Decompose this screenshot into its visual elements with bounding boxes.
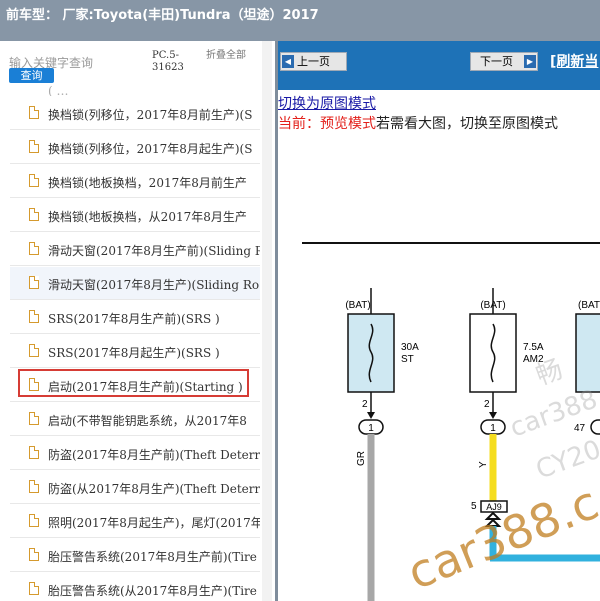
switch-original-mode-link[interactable]: 切换为原图模式 xyxy=(278,93,376,113)
document-icon xyxy=(29,276,39,289)
tree-item[interactable]: SRS(2017年8月生产前)(SRS ) xyxy=(10,301,260,334)
tree-item-label: 滑动天窗(2017年8月生产)(Sliding Ro xyxy=(48,278,260,292)
arrow-left-icon: ◀ xyxy=(282,55,294,68)
document-icon xyxy=(29,378,39,391)
tree-item-partial[interactable]: ( … xyxy=(10,84,260,96)
wire-gray-label: GR xyxy=(356,451,367,466)
diagram-viewer: ◀ 上一页 下一页 ▶ [刷新当 切换为原图模式 当前：预览模式若需看大图，切换… xyxy=(278,41,600,601)
fuse3-body xyxy=(575,313,600,393)
tree-item[interactable]: 防盗(从2017年8月生产)(Theft Deterre xyxy=(10,471,260,504)
tree-item-label: 启动(2017年8月生产前)(Starting ) xyxy=(48,380,243,394)
tree-item-label: 换档锁(列移位，2017年8月前生产)(S xyxy=(48,108,253,122)
tree-item[interactable]: 滑动天窗(2017年8月生产前)(Sliding R xyxy=(10,233,260,266)
tree-item[interactable]: 照明(2017年8月起生产)，尾灯(2017年 xyxy=(10,505,260,538)
fuse3-pin: 47 xyxy=(574,423,586,434)
document-icon xyxy=(29,140,39,153)
pc-code: PC.5-31623 xyxy=(152,50,184,73)
mode-status: 当前：预览模式若需看大图，切换至原图模式 xyxy=(278,116,558,132)
window-title: 前车型： 厂家:Toyota(丰田)Tundra（坦途）2017 xyxy=(0,0,600,41)
document-icon xyxy=(29,446,39,459)
document-icon xyxy=(29,412,39,425)
tree-item[interactable]: 滑动天窗(2017年8月生产)(Sliding Ro xyxy=(10,267,260,300)
tree-item[interactable]: 换档锁(列移位，2017年8月前生产)(S xyxy=(10,97,260,130)
tree-item-label: 防盗(2017年8月生产前)(Theft Deterre xyxy=(48,448,260,462)
viewer-toolbar: ◀ 上一页 下一页 ▶ [刷新当 xyxy=(278,41,600,90)
junction-pin: 5 xyxy=(471,501,477,512)
tree-item[interactable]: SRS(2017年8月起生产)(SRS ) xyxy=(10,335,260,368)
tree-item[interactable]: 胎压警告系统(从2017年8月生产)(Tire xyxy=(10,573,260,601)
fuse1-rating: 30A xyxy=(401,342,419,353)
fuse2-pin: 2 xyxy=(484,399,490,410)
tree-item[interactable]: 换档锁(地板换档，2017年8月前生产 xyxy=(10,165,260,198)
tree-item-label: 照明(2017年8月起生产)，尾灯(2017年 xyxy=(48,516,260,530)
tree-item-label: 胎压警告系统(从2017年8月生产)(Tire xyxy=(48,584,257,598)
wire-yellow-label: Y xyxy=(478,461,489,468)
search-area: 输入关键字查询 查询 PC.5-31623 折叠全部 xyxy=(0,41,275,88)
next-page-button[interactable]: 下一页 ▶ xyxy=(470,52,538,71)
tree-item-label: SRS(2017年8月起生产)(SRS ) xyxy=(48,346,220,360)
tree-scrollbar[interactable] xyxy=(262,41,272,601)
tree-item-label: SRS(2017年8月生产前)(SRS ) xyxy=(48,312,220,326)
document-icon xyxy=(29,242,39,255)
watermark-3: CY20 xyxy=(532,435,600,486)
tree-item-label: 胎压警告系统(2017年8月生产前)(Tire xyxy=(48,550,257,564)
tree-item[interactable]: 换档锁(地板换档，从2017年8月生产 xyxy=(10,199,260,232)
prev-page-button[interactable]: ◀ 上一页 xyxy=(280,52,347,71)
fuse2-conn-label: 1 xyxy=(490,423,496,434)
document-icon xyxy=(29,208,39,221)
document-icon xyxy=(29,514,39,527)
tree-item[interactable]: 胎压警告系统(2017年8月生产前)(Tire xyxy=(10,539,260,572)
fold-all-button[interactable]: 折叠全部 xyxy=(206,50,246,62)
fuse2-rating: 7.5A xyxy=(523,342,544,353)
tree-item-label: 换档锁(地板换档，2017年8月前生产 xyxy=(48,176,247,190)
tree-item-label: 启动(不带智能钥匙系统，从2017年8 xyxy=(48,414,247,428)
fuse1-arrow xyxy=(367,412,375,419)
fuse2-arrow xyxy=(489,412,497,419)
tree-item-label: 滑动天窗(2017年8月生产前)(Sliding R xyxy=(48,244,260,258)
tree-item-label: 换档锁(列移位，2017年8月起生产)(S xyxy=(48,142,253,156)
fuse1-pin: 2 xyxy=(362,399,368,410)
arrow-right-icon: ▶ xyxy=(524,55,536,68)
document-icon xyxy=(29,582,39,595)
wiring-diagram: (BAT) 30A ST 2 1 GR (BAT) 7.5A AM2 2 1 Y… xyxy=(302,242,600,601)
fuse1-source: (BAT) xyxy=(345,300,370,311)
document-icon xyxy=(29,344,39,357)
document-icon xyxy=(29,548,39,561)
tree-item-label: 防盗(从2017年8月生产)(Theft Deterre xyxy=(48,482,260,496)
fuse3-source: (BAT) xyxy=(578,300,600,311)
document-icon xyxy=(29,480,39,493)
catalog-panel: 输入关键字查询 查询 PC.5-31623 折叠全部 ( … 换档锁(列移位，2… xyxy=(0,41,275,601)
tree-item[interactable]: 防盗(2017年8月生产前)(Theft Deterre xyxy=(10,437,260,470)
document-icon xyxy=(29,106,39,119)
fuse3-connector xyxy=(590,419,600,435)
fuse1-conn-label: 1 xyxy=(368,423,374,434)
document-icon xyxy=(29,174,39,187)
watermark-big: car388.c xyxy=(400,475,600,600)
refresh-link[interactable]: [刷新当 xyxy=(550,51,598,71)
watermark-2: car388 xyxy=(506,384,600,443)
tree-item[interactable]: 换档锁(列移位，2017年8月起生产)(S xyxy=(10,131,260,164)
search-button[interactable]: 查询 xyxy=(9,68,54,83)
tree-item[interactable]: 启动(不带智能钥匙系统，从2017年8 xyxy=(10,403,260,436)
fuse1-name: ST xyxy=(401,354,414,365)
tree-item-label: 换档锁(地板换档，从2017年8月生产 xyxy=(48,210,247,224)
document-icon xyxy=(29,310,39,323)
tree-item-selected[interactable]: 启动(2017年8月生产前)(Starting ) xyxy=(10,369,260,402)
